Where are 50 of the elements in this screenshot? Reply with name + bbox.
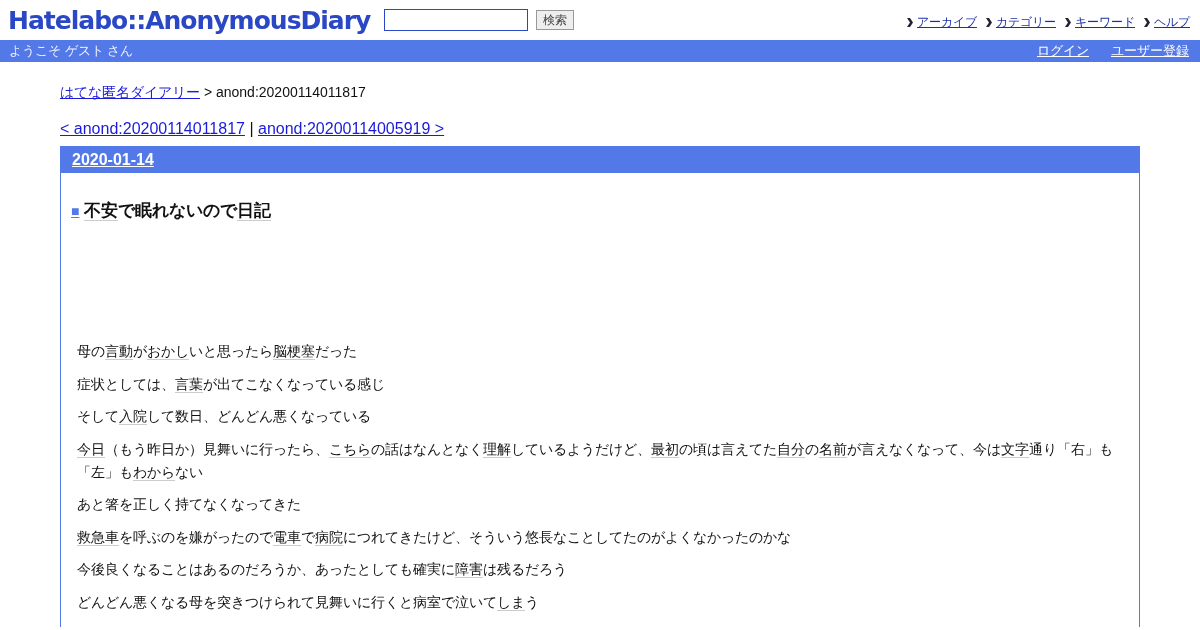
- keyword-link[interactable]: こちら: [329, 440, 371, 458]
- keyword-link[interactable]: おかし: [147, 343, 189, 360]
- paragraph: 救急車を呼ぶのを嫌がったので電車で病院につれてきたけど、そういう悠長なことしてたのがよくなかったのかな: [77, 527, 792, 548]
- prev-entry-link[interactable]: < anond:20200114011817: [60, 120, 245, 137]
- keyword-link[interactable]: 電車: [273, 528, 301, 546]
- keyword-link[interactable]: 今日: [77, 440, 105, 458]
- keyword-link[interactable]: 理解: [483, 440, 511, 458]
- keyword-link[interactable]: しま: [497, 593, 525, 611]
- keyword-link[interactable]: 病院: [315, 528, 343, 546]
- chevron-icon: [1065, 18, 1071, 27]
- site-logo[interactable]: Hatelabo::AnonymousDiary: [8, 5, 371, 35]
- separator-text: |: [249, 120, 254, 137]
- paragraph: 今日（もう昨日か）見舞いに行ったら、こちらの話はなんとなく理解しているようだけど、最初の頃は言えてた 自分の名前が言えなくなって、今は文字通り「右」も「左」もわから ない: [77, 439, 1114, 483]
- paragraph: 今後良くなることはあるのだろうか、あったとしても確実に障害は残るだろう: [77, 560, 568, 580]
- nav-link[interactable]: アーカイブ: [917, 14, 977, 31]
- paragraph: 母の言動がおかし いと思ったら脳梗塞だった: [77, 342, 358, 362]
- chevron-icon: [1144, 18, 1150, 27]
- paragraph: あと箸を正しく持てなくなってきた: [77, 495, 302, 514]
- nav-link[interactable]: ヘルプ: [1154, 14, 1190, 31]
- keyword-link[interactable]: 救急車: [77, 528, 119, 546]
- account-link[interactable]: ログイン: [1037, 42, 1089, 60]
- keyword-link[interactable]: 自分: [777, 440, 805, 458]
- keyword-link[interactable]: 言動: [105, 343, 133, 360]
- nav-link[interactable]: カテゴリー: [996, 14, 1056, 31]
- paragraph: 症状としては、言葉が出てこなくなっている感じ: [77, 374, 386, 395]
- keyword-link[interactable]: 名前: [819, 440, 847, 458]
- keyword-link[interactable]: 入院: [119, 408, 147, 425]
- keyword-link[interactable]: 最初: [651, 440, 679, 458]
- keyword-link[interactable]: わから: [133, 463, 175, 481]
- date-link[interactable]: 2020-01-14: [72, 151, 154, 169]
- search-button[interactable]: 検索: [536, 10, 575, 30]
- keyword-link[interactable]: 脳梗塞: [273, 343, 315, 360]
- keyword-link[interactable]: 不安: [84, 201, 119, 221]
- paragraph: そして入院して数日、どんどん悪くなっている: [77, 407, 372, 427]
- entry-title: ■ 不安で眠れないので日記: [71, 200, 273, 222]
- account-link[interactable]: ユーザー登録: [1111, 42, 1189, 60]
- next-entry-link[interactable]: anond:20200114005919 >: [258, 120, 445, 137]
- paragraph: どんどん悪くなる母を突きつけられて見舞いに行くと病室で泣いて しま う: [77, 592, 540, 613]
- entry-permalink[interactable]: ■: [71, 203, 80, 219]
- keyword-link[interactable]: 障害: [455, 561, 483, 578]
- search-field[interactable]: [384, 9, 529, 31]
- keyword-link[interactable]: 日記: [237, 201, 272, 221]
- nav-link[interactable]: キーワード: [1075, 14, 1135, 31]
- chevron-icon: [907, 18, 913, 27]
- greeting-text: ようこそ ゲスト さん: [9, 42, 134, 60]
- breadcrumb-link[interactable]: はてな匿名ダイアリー: [60, 84, 200, 100]
- keyword-link[interactable]: 言葉: [175, 375, 203, 393]
- breadcrumb-current: > anond:20200114011817: [203, 84, 366, 100]
- chevron-icon: [986, 18, 992, 27]
- keyword-link[interactable]: 文字: [1001, 440, 1029, 458]
